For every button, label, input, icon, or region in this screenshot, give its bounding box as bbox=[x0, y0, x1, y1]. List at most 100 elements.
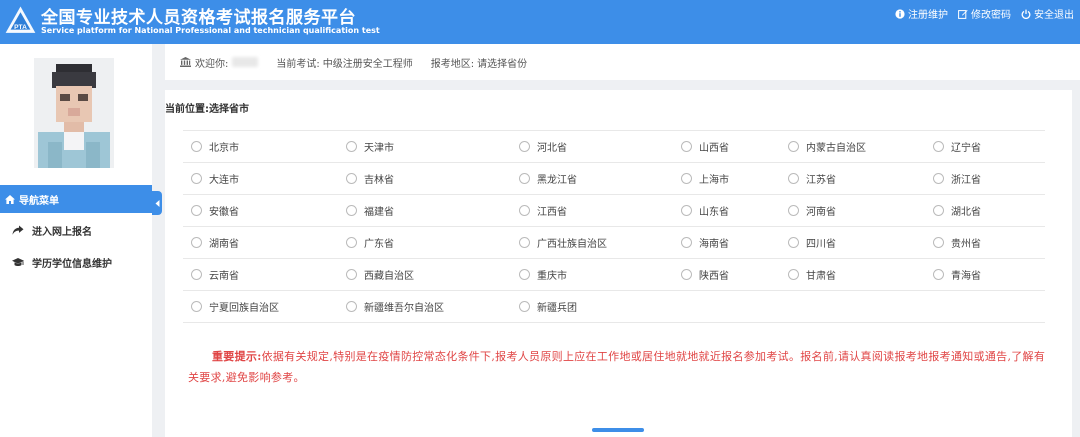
user-name-redacted bbox=[232, 57, 259, 67]
pta-logo: PTA bbox=[5, 6, 36, 33]
logout-label: 安全退出 bbox=[1034, 10, 1074, 21]
province-option[interactable]: 西藏自治区 bbox=[346, 259, 519, 290]
radio-button[interactable] bbox=[519, 205, 530, 216]
change-password-label: 修改密码 bbox=[971, 10, 1011, 21]
sidebar-collapse-toggle[interactable] bbox=[152, 191, 162, 215]
bottom-scroll-indicator bbox=[592, 428, 644, 432]
radio-button[interactable] bbox=[346, 173, 357, 184]
province-option[interactable]: 云南省 bbox=[183, 259, 346, 290]
province-label: 海南省 bbox=[699, 239, 729, 250]
province-option[interactable]: 山西省 bbox=[681, 131, 788, 162]
welcome-bar: 欢迎你: 当前考试: 中级注册安全工程师 报考地区: 请选择省份 bbox=[165, 44, 1080, 80]
radio-button[interactable] bbox=[519, 173, 530, 184]
province-option[interactable]: 重庆市 bbox=[519, 259, 681, 290]
radio-button[interactable] bbox=[681, 269, 692, 280]
province-option[interactable]: 浙江省 bbox=[933, 163, 1043, 194]
radio-button[interactable] bbox=[191, 237, 202, 248]
province-row: 安徽省 福建省 江西省 山东省 河南省 湖北省 bbox=[183, 195, 1045, 227]
radio-button[interactable] bbox=[933, 205, 944, 216]
radio-button[interactable] bbox=[191, 269, 202, 280]
radio-button[interactable] bbox=[519, 269, 530, 280]
province-option[interactable]: 陕西省 bbox=[681, 259, 788, 290]
province-label: 安徽省 bbox=[209, 207, 239, 218]
province-label: 江西省 bbox=[537, 207, 567, 218]
province-option[interactable]: 大连市 bbox=[183, 163, 346, 194]
province-option[interactable]: 湖北省 bbox=[933, 195, 1043, 226]
province-label: 云南省 bbox=[209, 271, 239, 282]
province-option[interactable]: 甘肃省 bbox=[788, 259, 933, 290]
breadcrumb: 当前位置:选择省市 bbox=[165, 104, 249, 115]
province-label: 新疆兵团 bbox=[537, 303, 577, 314]
province-option[interactable]: 湖南省 bbox=[183, 227, 346, 258]
radio-button[interactable] bbox=[346, 141, 357, 152]
province-option[interactable]: 天津市 bbox=[346, 131, 519, 162]
radio-button[interactable] bbox=[788, 141, 799, 152]
province-option[interactable]: 福建省 bbox=[346, 195, 519, 226]
province-option[interactable]: 贵州省 bbox=[933, 227, 1043, 258]
province-label: 江苏省 bbox=[806, 175, 836, 186]
radio-button[interactable] bbox=[681, 237, 692, 248]
radio-button[interactable] bbox=[681, 205, 692, 216]
notice-body: 依据有关规定,特别是在疫情防控常态化条件下,报考人员原则上应在工作地或居住地就地… bbox=[188, 350, 1046, 384]
sidebar-item-label: 学历学位信息维护 bbox=[32, 258, 112, 270]
radio-button[interactable] bbox=[933, 237, 944, 248]
radio-button[interactable] bbox=[191, 173, 202, 184]
province-option[interactable]: 内蒙古自治区 bbox=[788, 131, 933, 162]
province-option[interactable]: 江西省 bbox=[519, 195, 681, 226]
province-option[interactable]: 辽宁省 bbox=[933, 131, 1043, 162]
radio-button[interactable] bbox=[346, 237, 357, 248]
province-option[interactable]: 安徽省 bbox=[183, 195, 346, 226]
province-option[interactable]: 吉林省 bbox=[346, 163, 519, 194]
radio-button[interactable] bbox=[788, 269, 799, 280]
radio-button[interactable] bbox=[346, 205, 357, 216]
radio-button[interactable] bbox=[519, 301, 530, 312]
radio-button[interactable] bbox=[519, 141, 530, 152]
caret-left-icon bbox=[155, 199, 159, 207]
radio-button[interactable] bbox=[681, 173, 692, 184]
radio-button[interactable] bbox=[933, 269, 944, 280]
province-option[interactable]: 山东省 bbox=[681, 195, 788, 226]
register-maintain-label: 注册维护 bbox=[908, 10, 948, 21]
radio-button[interactable] bbox=[191, 301, 202, 312]
province-option[interactable]: 四川省 bbox=[788, 227, 933, 258]
province-label: 内蒙古自治区 bbox=[806, 143, 866, 154]
province-label: 河南省 bbox=[806, 207, 836, 218]
province-label: 湖北省 bbox=[951, 207, 981, 218]
province-option[interactable]: 广西壮族自治区 bbox=[519, 227, 681, 258]
province-option[interactable]: 海南省 bbox=[681, 227, 788, 258]
province-option[interactable]: 新疆兵团 bbox=[519, 291, 681, 322]
province-option[interactable]: 黑龙江省 bbox=[519, 163, 681, 194]
radio-button[interactable] bbox=[191, 205, 202, 216]
change-password-link[interactable]: 修改密码 bbox=[958, 6, 1011, 21]
sidebar-item-education-info[interactable]: 学历学位信息维护 bbox=[0, 248, 152, 276]
province-row: 云南省 西藏自治区 重庆市 陕西省 甘肃省 青海省 bbox=[183, 259, 1045, 291]
province-option[interactable]: 广东省 bbox=[346, 227, 519, 258]
radio-button[interactable] bbox=[346, 301, 357, 312]
province-option[interactable]: 河南省 bbox=[788, 195, 933, 226]
graduation-cap-icon bbox=[12, 257, 24, 266]
radio-button[interactable] bbox=[681, 141, 692, 152]
logout-link[interactable]: 安全退出 bbox=[1021, 6, 1074, 21]
radio-button[interactable] bbox=[933, 173, 944, 184]
radio-button[interactable] bbox=[346, 269, 357, 280]
radio-button[interactable] bbox=[788, 205, 799, 216]
province-option[interactable]: 江苏省 bbox=[788, 163, 933, 194]
radio-button[interactable] bbox=[933, 141, 944, 152]
province-option[interactable]: 青海省 bbox=[933, 259, 1043, 290]
radio-button[interactable] bbox=[191, 141, 202, 152]
province-option[interactable]: 北京市 bbox=[183, 131, 346, 162]
province-option[interactable]: 上海市 bbox=[681, 163, 788, 194]
nav-menu-header[interactable]: 导航菜单 bbox=[0, 185, 152, 213]
radio-button[interactable] bbox=[788, 173, 799, 184]
province-option[interactable]: 河北省 bbox=[519, 131, 681, 162]
edit-icon bbox=[958, 9, 968, 19]
province-option[interactable]: 新疆维吾尔自治区 bbox=[346, 291, 519, 322]
radio-button[interactable] bbox=[788, 237, 799, 248]
sidebar-item-online-registration[interactable]: 进入网上报名 bbox=[0, 216, 152, 244]
radio-button[interactable] bbox=[519, 237, 530, 248]
province-option[interactable]: 宁夏回族自治区 bbox=[183, 291, 346, 322]
province-label: 北京市 bbox=[209, 143, 239, 154]
register-maintain-link[interactable]: 注册维护 bbox=[895, 6, 948, 21]
province-row: 北京市 天津市 河北省 山西省 内蒙古自治区 辽宁省 bbox=[183, 131, 1045, 163]
province-row: 湖南省 广东省 广西壮族自治区 海南省 四川省 贵州省 bbox=[183, 227, 1045, 259]
